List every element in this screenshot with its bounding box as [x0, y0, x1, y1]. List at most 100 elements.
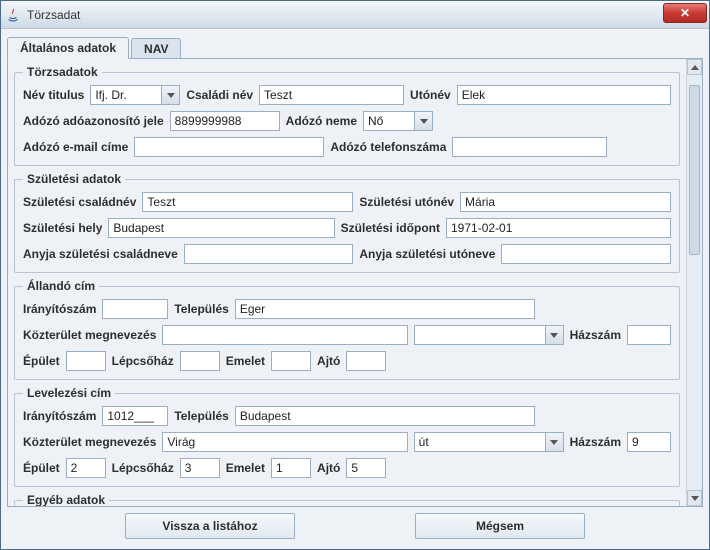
scroll-track[interactable]: [687, 75, 702, 490]
window-frame: Törzsadat ✕ Általános adatok NAV Törzsad…: [0, 0, 710, 550]
allando-telepules-input[interactable]: [235, 299, 535, 319]
lev-hazszam-input[interactable]: [627, 432, 671, 452]
label-adoazonosito: Adózó adóazonosító jele: [23, 114, 164, 128]
label-utonev: Utónév: [410, 88, 451, 102]
tab-general-label: Általános adatok: [20, 41, 116, 55]
group-egyeb-legend: Egyéb adatok: [23, 493, 109, 506]
nev-titulus-combo[interactable]: [90, 85, 180, 105]
allando-irsz-input[interactable]: [102, 299, 168, 319]
label-csaladi-nev: Családi név: [186, 88, 253, 102]
lev-ajto-input[interactable]: [346, 458, 386, 478]
form-area: Törzsadatok Név titulus Családi név Utón…: [8, 59, 686, 506]
label-szul-csaladnev: Születési családnév: [23, 195, 136, 209]
label-allando-lepcsohaz: Lépcsőház: [112, 354, 174, 368]
label-allando-telepules: Település: [174, 302, 228, 316]
szul-hely-input[interactable]: [108, 218, 334, 238]
label-allando-epulet: Épület: [23, 354, 60, 368]
lev-telepules-input[interactable]: [235, 406, 535, 426]
client-area: Általános adatok NAV Törzsadatok Név tit…: [1, 29, 709, 549]
group-allando-legend: Állandó cím: [23, 279, 99, 293]
chevron-down-icon: [550, 440, 558, 445]
close-icon: ✕: [680, 7, 690, 19]
chevron-down-icon: [550, 333, 558, 338]
lev-kozterulet-nev-input[interactable]: [162, 432, 407, 452]
szul-csaladnev-input[interactable]: [142, 192, 353, 212]
cancel-label: Mégsem: [476, 519, 524, 533]
scroll-thumb[interactable]: [689, 85, 700, 255]
lev-irsz-input[interactable]: [102, 406, 168, 426]
group-szuletesi: Születési adatok Születési családnév Szü…: [14, 172, 680, 273]
label-anyja-utoneve: Anyja születési utóneve: [359, 247, 495, 261]
label-lev-telepules: Település: [174, 409, 228, 423]
lev-lepcsohaz-input[interactable]: [180, 458, 220, 478]
adoazonosito-input[interactable]: [170, 111, 280, 131]
label-szul-idopont: Születési időpont: [341, 221, 440, 235]
adozo-tel-input[interactable]: [452, 137, 607, 157]
label-lev-epulet: Épület: [23, 461, 60, 475]
allando-kozterulet-tipus-combo[interactable]: [414, 325, 564, 345]
group-szuletesi-legend: Születési adatok: [23, 172, 125, 186]
allando-kozterulet-tipus-input[interactable]: [414, 325, 564, 345]
group-allando: Állandó cím Irányítószám Település Közte…: [14, 279, 680, 380]
group-levelezesi-legend: Levelezési cím: [23, 386, 115, 400]
group-levelezesi: Levelezési cím Irányítószám Település Kö…: [14, 386, 680, 487]
allando-kozterulet-nev-input[interactable]: [162, 325, 407, 345]
adozo-neme-dropdown-button[interactable]: [414, 112, 432, 130]
label-adozo-tel: Adózó telefonszáma: [330, 140, 446, 154]
label-anyja-csaladneve: Anyja születési családneve: [23, 247, 178, 261]
adozo-neme-combo[interactable]: [363, 111, 433, 131]
lev-epulet-input[interactable]: [66, 458, 106, 478]
scroll-up-button[interactable]: [687, 59, 702, 75]
label-lev-emelet: Emelet: [226, 461, 265, 475]
vertical-scrollbar[interactable]: [686, 59, 702, 506]
window-title: Törzsadat: [27, 8, 80, 22]
allando-epulet-input[interactable]: [66, 351, 106, 371]
allando-ajto-input[interactable]: [346, 351, 386, 371]
tab-page: Törzsadatok Név titulus Családi név Utón…: [7, 58, 703, 507]
close-button[interactable]: ✕: [663, 3, 707, 23]
java-icon: [5, 7, 21, 23]
lev-emelet-input[interactable]: [271, 458, 311, 478]
label-allando-irsz: Irányítószám: [23, 302, 96, 316]
allando-emelet-input[interactable]: [271, 351, 311, 371]
allando-lepcsohaz-input[interactable]: [180, 351, 220, 371]
tab-nav[interactable]: NAV: [131, 38, 181, 59]
label-allando-ajto: Ajtó: [317, 354, 340, 368]
label-szul-hely: Születési hely: [23, 221, 102, 235]
szul-utonev-input[interactable]: [460, 192, 671, 212]
tab-general[interactable]: Általános adatok: [7, 37, 129, 59]
group-egyeb: Egyéb adatok Ügyintéző neve Ügyintéző te…: [14, 493, 680, 506]
allando-hazszam-input[interactable]: [627, 325, 671, 345]
label-lev-lepcsohaz: Lépcsőház: [112, 461, 174, 475]
button-bar: Vissza a listához Mégsem: [7, 507, 703, 543]
anyja-utoneve-input[interactable]: [501, 244, 671, 264]
chevron-down-icon: [167, 93, 175, 98]
tab-nav-label: NAV: [144, 42, 168, 56]
back-to-list-label: Vissza a listához: [162, 519, 257, 533]
label-lev-kozterulet: Közterület megnevezés: [23, 435, 156, 449]
adozo-email-input[interactable]: [134, 137, 324, 157]
label-allando-hazszam: Házszám: [570, 328, 621, 342]
utonev-input[interactable]: [457, 85, 671, 105]
allando-kozterulet-tipus-dropdown-button[interactable]: [545, 326, 563, 344]
tab-strip: Általános adatok NAV: [7, 35, 703, 59]
lev-kozterulet-tipus-dropdown-button[interactable]: [545, 433, 563, 451]
titlebar: Törzsadat ✕: [1, 1, 709, 29]
label-lev-irsz: Irányítószám: [23, 409, 96, 423]
label-lev-ajto: Ajtó: [317, 461, 340, 475]
lev-kozterulet-tipus-input[interactable]: [414, 432, 564, 452]
back-to-list-button[interactable]: Vissza a listához: [125, 513, 295, 539]
cancel-button[interactable]: Mégsem: [415, 513, 585, 539]
anyja-csaladneve-input[interactable]: [184, 244, 354, 264]
group-torzsadatok: Törzsadatok Név titulus Családi név Utón…: [14, 65, 680, 166]
szul-idopont-input[interactable]: [446, 218, 671, 238]
csaladi-nev-input[interactable]: [259, 85, 404, 105]
label-allando-emelet: Emelet: [226, 354, 265, 368]
nev-titulus-dropdown-button[interactable]: [161, 86, 179, 104]
label-adozo-email: Adózó e-mail címe: [23, 140, 128, 154]
label-allando-kozterulet: Közterület megnevezés: [23, 328, 156, 342]
chevron-down-icon: [420, 119, 428, 124]
scroll-down-button[interactable]: [687, 490, 702, 506]
lev-kozterulet-tipus-combo[interactable]: [414, 432, 564, 452]
chevron-up-icon: [691, 65, 699, 70]
